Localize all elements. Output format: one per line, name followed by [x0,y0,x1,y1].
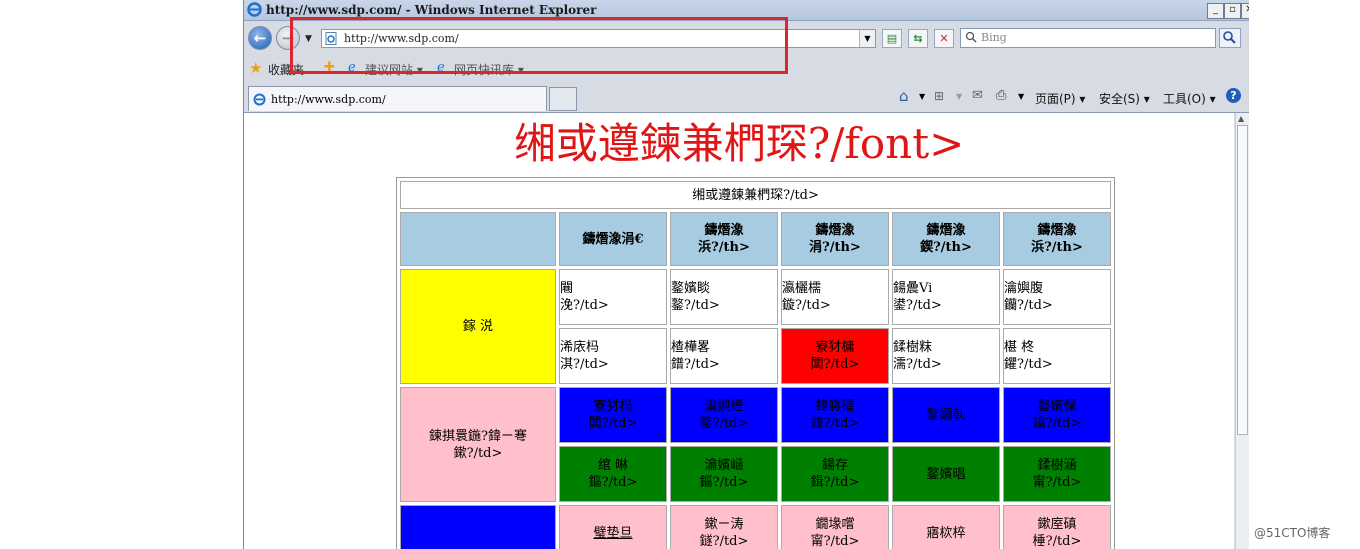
table-cell: 瀹嬪崡 鏂?/td> [670,446,778,502]
table-cell: 鐜嬪睒 鐜?/td> [670,269,778,325]
table-cell: 鍏嶈礌 鍏?/td> [781,387,889,443]
arrow-left-icon: ← [253,29,267,47]
back-button[interactable]: ← [248,26,272,50]
favorites-star-icon: ★ [249,59,263,77]
header-cell: 鑄熸潒涓€ [559,212,667,266]
header-cell-empty [400,212,556,266]
table-cell: 鐗堟嚐 甯?/td> [781,505,889,549]
table-cell: 浠庡杩 淇?/td> [559,328,667,384]
scroll-up-icon[interactable]: ▲ [1238,114,1244,123]
feeds-icon[interactable]: ⊞ [934,89,944,103]
header-cell: 鑄熸潒 鍥?/th> [892,212,1000,266]
search-icon [1223,31,1236,44]
maximize-button[interactable]: ▫ [1224,3,1241,19]
tab-row: http://www.sdp.com/ ⌂ ▼ ⊞ ▼ ✉ ⎙ ▼ 页面(P) … [244,83,1249,113]
header-cell: 鑄熸潒 涓?/th> [781,212,889,266]
minimize-button[interactable]: _ [1207,3,1224,19]
tab-page-icon [253,93,266,106]
home-dropdown-icon[interactable]: ▼ [919,92,925,101]
tab-current[interactable]: http://www.sdp.com/ [248,86,547,111]
table-cell: 椹 柊 鑺?/td> [1003,328,1111,384]
refresh-icon: ⇆ [913,32,923,45]
group-label: 鎵 涚 [400,269,556,384]
window-title: http://www.sdp.com/ - Windows Internet E… [266,3,597,17]
table-header-row: 鑄熸潒涓€ 鑄熸潒 浜?/th> 鑄熸潒 涓?/th> 鑄熸潒 鍥?/th> 鑄… [400,212,1111,266]
stop-button[interactable]: ✕ [934,29,954,48]
close-window-button[interactable]: ✕ [1241,3,1249,19]
group-label: 鍊掑睘鍦?鍏ㄧ弿 鏉?/td> [400,387,556,502]
highlight-annotation-box [290,17,788,74]
table-cell: 楂樺畧 鐠?/td> [670,328,778,384]
page-content: 缃或遵鍊兼椚琛?/font> 缃或遵鍊兼椚琛?/td> 鑄熸潒涓€ 鑄熸潒 浜?… [244,113,1234,549]
search-box[interactable]: Bing [960,28,1216,48]
search-button[interactable] [1219,28,1241,48]
page-heading: 缃或遵鍊兼椚琛?/font> [513,119,965,168]
table-cell: 鍚曟Vi 鍙?/td> [892,269,1000,325]
table-cell: 瀹嬩緸 鐜?/td> [670,387,778,443]
page-menu[interactable]: 页面(P) ▾ [1035,90,1085,107]
table-row: 鍊掑睘鍦?鍏ㄧ弿 鏉?/td> 寮犲杩 闆?/td> 瀹嬩緸 鐜?/td> 鍏嶈… [400,387,1111,502]
group-label [400,505,556,549]
feeds-dropdown-icon[interactable]: ▼ [956,92,962,101]
address-dropdown-icon[interactable]: ▼ [859,30,875,47]
vertical-scrollbar[interactable]: ▲ [1235,113,1249,549]
help-icon[interactable]: ? [1226,88,1241,103]
table-cell: 璧垫旦 [559,505,667,549]
table-row: 璧垫旦 鏉ㄧ涛 鐩?/td> 鐗堟嚐 甯?/td> 寤栨椊 鏉庢磌 棰?/td> [400,505,1111,549]
tab-title: http://www.sdp.com/ [271,93,386,106]
table-cell: 鍚存 鍓?/td> [781,446,889,502]
safety-menu[interactable]: 安全(S) ▾ [1099,90,1150,107]
ie-window: http://www.sdp.com/ - Windows Internet E… [243,0,1249,549]
tools-menu[interactable]: 工具(O) ▾ [1163,90,1216,107]
watermark: @51CTO博客 [1254,526,1331,540]
new-tab-button[interactable] [549,87,577,111]
table-cell: 瀛欐檽 鏇?/td> [781,269,889,325]
compatibility-view-button[interactable]: ▤ [882,29,902,48]
search-input[interactable]: Bing [981,31,1007,44]
stop-icon: ✕ [939,32,949,45]
refresh-button[interactable]: ⇆ [908,29,928,48]
table-cell: 鐜嬪晿 [892,446,1000,502]
table-cell: 寮犲杩 闆?/td> [559,387,667,443]
search-provider-icon [965,31,977,43]
home-icon[interactable]: ⌂ [899,87,909,105]
table-cell: 鐜嬭倝 [892,387,1000,443]
table-cell: 鍒樹粖 濡?/td> [892,328,1000,384]
table-cell: 寮犲槦 闆?/td> [781,328,889,384]
table-cell: 寤栨椊 [892,505,1000,549]
table-row: 鎵 涚 闀 浼?/td> 鐜嬪睒 鐜?/td> 瀛欐檽 鏇?/td> 鍚曟Vi … [400,269,1111,384]
table-cell: 闀 浼?/td> [559,269,667,325]
compatibility-icon: ▤ [886,32,898,45]
mail-icon[interactable]: ✉ [972,88,983,103]
table-cell: 瀹嬩腹 钄?/td> [1003,269,1111,325]
table-cell: 鐜嬪惈 鑰?/td> [1003,387,1111,443]
score-table: 缃或遵鍊兼椚琛?/td> 鑄熸潒涓€ 鑄熸潒 浜?/th> 鑄熸潒 涓?/th>… [396,177,1115,549]
table-cell: 鏉庢磌 棰?/td> [1003,505,1111,549]
scrollbar-thumb[interactable] [1237,125,1248,435]
header-cell: 鑄熸潒 浜?/th> [670,212,778,266]
table-cell: 绾 晽 鏂?/td> [559,446,667,502]
table-caption: 缃或遵鍊兼椚琛?/td> [400,181,1111,209]
ie-logo-icon [247,2,262,17]
print-icon[interactable]: ⎙ [996,88,1006,103]
print-dropdown-icon[interactable]: ▼ [1018,92,1024,101]
header-cell: 鑄熸潒 浜?/th> [1003,212,1111,266]
table-cell: 鏉ㄧ涛 鐩?/td> [670,505,778,549]
table-cell: 鍒樹涵 甯?/td> [1003,446,1111,502]
